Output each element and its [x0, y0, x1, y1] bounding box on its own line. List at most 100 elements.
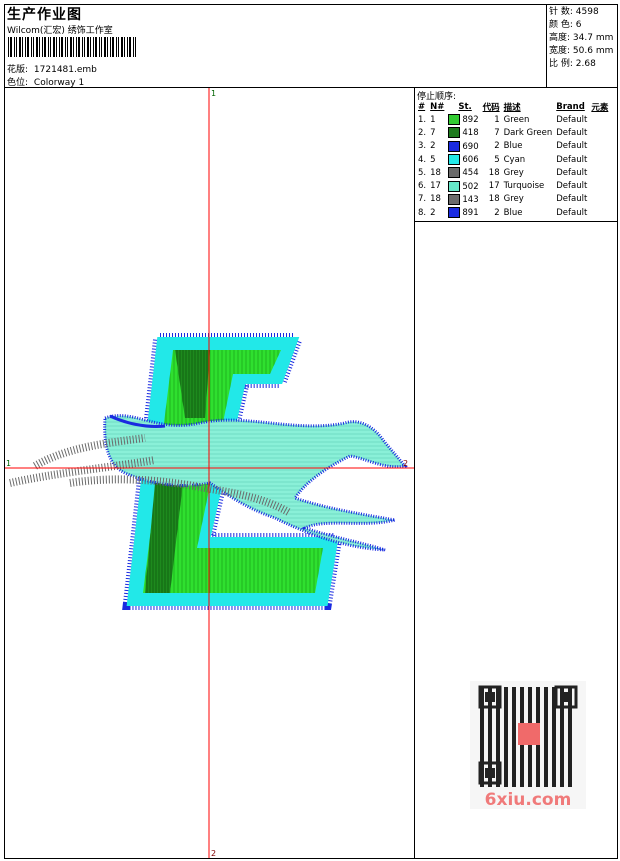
col-header-needle: N# — [430, 101, 445, 112]
row-brand: Default — [556, 194, 588, 205]
sequence-divider — [414, 221, 618, 222]
color-sequence-table: # N# St. 代码 描述 Brand 元素 1. 1 892 1 Green Defa… — [416, 100, 610, 219]
row-code: 2 — [494, 207, 500, 218]
design-scale: 比 例: 2.68 — [549, 59, 596, 69]
axis-right-label: 2 — [403, 459, 408, 468]
row-code: 7 — [494, 127, 500, 138]
row-description: Green — [503, 114, 530, 125]
row-code: 18 — [488, 194, 500, 205]
row-element — [589, 179, 610, 192]
row-element — [589, 206, 610, 219]
axis-left-label: 1 — [6, 459, 11, 468]
table-header-row: # N# St. 代码 描述 Brand 元素 — [416, 100, 610, 113]
row-element — [589, 140, 610, 153]
row-stitches: 891 — [446, 206, 480, 219]
colorway-value: Colorway 1 — [33, 78, 85, 88]
stitch-count: 针 数: 4598 — [549, 7, 599, 17]
table-row: 4. 5 606 5 Cyan Default — [416, 153, 610, 166]
row-needle: 1 — [430, 114, 436, 125]
table-row: 7. 18 143 18 Grey Default — [416, 193, 610, 206]
row-needle: 7 — [430, 127, 436, 138]
row-index: 3. — [418, 141, 427, 152]
row-description: Turquoise — [503, 181, 545, 192]
row-code: 17 — [488, 181, 500, 192]
row-description: Dark Green — [503, 127, 553, 138]
qr-code-watermark: 6xiu.com — [470, 681, 586, 809]
row-stitches: 418 — [446, 126, 480, 139]
color-swatch — [448, 154, 461, 166]
page-title: 生产作业图 — [7, 7, 82, 23]
colorway-label: 色位: — [7, 78, 29, 88]
color-swatch — [448, 193, 461, 205]
color-swatch — [448, 127, 461, 139]
row-brand: Default — [556, 127, 588, 138]
col-header-index: # — [418, 101, 426, 112]
row-needle: 2 — [430, 207, 436, 218]
row-stitches: 892 — [446, 113, 480, 126]
table-row: 5. 18 454 18 Grey Default — [416, 166, 610, 179]
table-row: 1. 1 892 1 Green Default — [416, 113, 610, 126]
color-swatch — [448, 180, 461, 192]
barcode — [8, 37, 136, 57]
axis-bottom-label: 2 — [211, 849, 216, 858]
qr-logo — [518, 723, 540, 745]
row-description: Blue — [503, 141, 523, 152]
row-code: 5 — [494, 154, 500, 165]
row-element — [589, 153, 610, 166]
row-stitches: 690 — [446, 140, 480, 153]
color-swatch — [448, 114, 461, 126]
row-description: Blue — [503, 207, 523, 218]
design-file: 1721481.emb — [33, 65, 97, 75]
row-element — [589, 113, 610, 126]
color-count: 颜 色: 6 — [549, 20, 582, 30]
row-stitches: 454 — [446, 166, 480, 179]
color-swatch — [448, 167, 461, 179]
col-header-element: 元素 — [591, 102, 609, 113]
row-index: 6. — [418, 181, 427, 192]
row-brand: Default — [556, 167, 588, 178]
color-swatch — [448, 140, 461, 152]
table-row: 3. 2 690 2 Blue Default — [416, 140, 610, 153]
row-description: Grey — [503, 194, 524, 205]
design-width: 宽度: 50.6 mm — [549, 46, 614, 56]
row-description: Cyan — [503, 154, 526, 165]
row-index: 1. — [418, 114, 427, 125]
row-element — [589, 166, 610, 179]
row-index: 5. — [418, 167, 427, 178]
row-needle: 18 — [430, 167, 441, 178]
colorway-row: 色位: Colorway 1 — [7, 75, 84, 88]
col-header-stitches: St. — [458, 101, 472, 112]
row-code: 1 — [494, 114, 500, 125]
row-code: 2 — [494, 141, 500, 152]
col-header-brand: Brand — [556, 101, 585, 112]
sidebar-divider — [414, 87, 415, 859]
design-stats: 针 数: 4598 颜 色: 6 高度: 34.7 mm 宽度: 50.6 mm… — [549, 6, 613, 71]
design-height: 高度: 34.7 mm — [549, 33, 614, 43]
row-brand: Default — [556, 154, 588, 165]
row-index: 4. — [418, 154, 427, 165]
row-stitches: 606 — [446, 153, 480, 166]
color-swatch — [448, 207, 461, 219]
table-row: 2. 7 418 7 Dark Green Default — [416, 126, 610, 139]
row-index: 7. — [418, 194, 427, 205]
row-element — [589, 126, 610, 139]
table-row: 8. 2 891 2 Blue Default — [416, 206, 610, 219]
row-code: 18 — [488, 167, 500, 178]
row-description: Grey — [503, 167, 524, 178]
row-brand: Default — [556, 141, 588, 152]
row-needle: 5 — [430, 154, 436, 165]
col-header-description: 描述 — [503, 102, 521, 113]
row-brand: Default — [556, 114, 588, 125]
axis-top-label: 1 — [211, 89, 216, 98]
design-label: 花版: — [7, 65, 29, 75]
row-brand: Default — [556, 207, 588, 218]
row-index: 8. — [418, 207, 427, 218]
row-needle: 17 — [430, 181, 441, 192]
row-needle: 18 — [430, 194, 441, 205]
row-stitches: 143 — [446, 193, 480, 206]
row-stitches: 502 — [446, 179, 480, 192]
row-needle: 2 — [430, 141, 436, 152]
stats-divider — [546, 4, 547, 87]
row-index: 2. — [418, 127, 427, 138]
design-file-row: 花版: 1721481.emb — [7, 62, 97, 75]
